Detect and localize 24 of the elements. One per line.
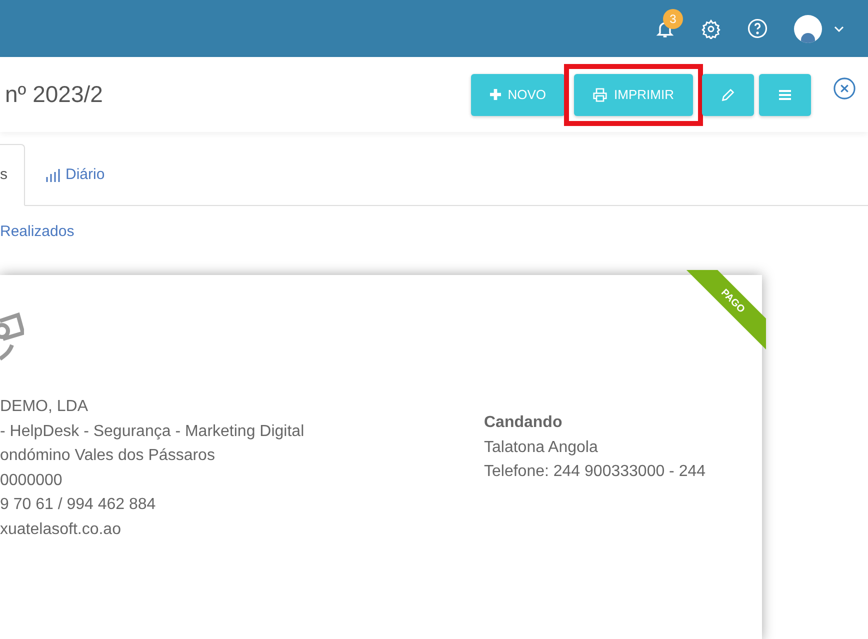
client-name: Candando: [484, 413, 564, 433]
menu-icon: [779, 90, 791, 100]
settings-icon[interactable]: [701, 18, 721, 38]
realizados-link[interactable]: Realizados: [0, 223, 74, 240]
company-info-line: 9 70 61 / 994 462 884: [0, 495, 157, 516]
company-info-line: DEMO, LDA: [0, 397, 90, 417]
notification-badge: 3: [663, 8, 683, 28]
page-title: nº 2023/2: [5, 80, 103, 110]
plus-icon: [490, 89, 501, 100]
company-info-line: ondómino Vales dos Pássaros: [0, 446, 216, 466]
tab[interactable]: s: [0, 144, 24, 206]
company-info-line: 0000000: [0, 470, 64, 491]
client-info-line: Talatona Angola: [484, 438, 599, 458]
printer-icon: [593, 88, 608, 102]
client-info-line: Telefone: 244 900333000 - 244: [484, 462, 706, 482]
bar-chart-icon: [44, 168, 60, 182]
help-icon[interactable]: [747, 18, 768, 39]
tab[interactable]: Diário: [24, 144, 125, 206]
company-info-line: - HelpDesk - Segurança - Marketing Digital: [0, 422, 306, 442]
company-info-line: xuatelasoft.co.ao: [0, 520, 122, 540]
close-icon[interactable]: [833, 77, 856, 100]
chevron-down-icon[interactable]: [834, 26, 844, 32]
pencil-icon: [721, 88, 735, 102]
avatar[interactable]: [794, 14, 822, 42]
